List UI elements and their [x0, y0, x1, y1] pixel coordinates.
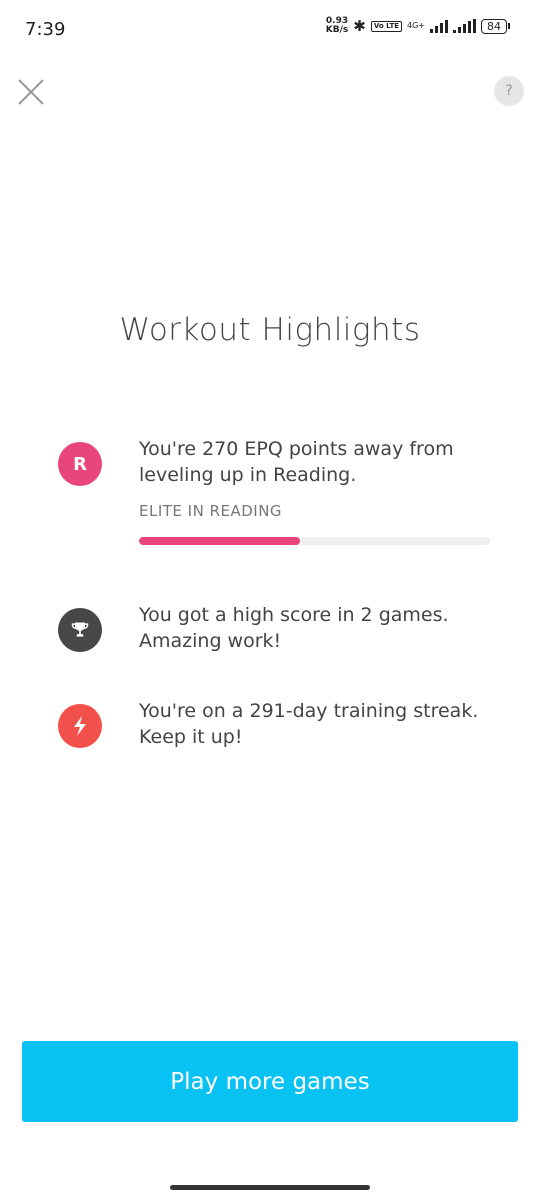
level-label: ELITE IN READING: [139, 502, 283, 520]
page-title: Workout Highlights: [119, 312, 421, 348]
signal-icon-2: [453, 19, 476, 33]
home-indicator[interactable]: [170, 1185, 370, 1190]
network-type: 4G+: [407, 21, 425, 30]
help-button[interactable]: ?: [494, 76, 524, 106]
trophy-icon: [58, 608, 102, 652]
status-time: 7:39: [25, 19, 66, 40]
battery-level: 84: [481, 18, 507, 34]
network-speed-unit: KB/s: [325, 25, 349, 35]
system-icons: 0.93 KB/s ✱ Vo LTE 4G+ 84: [326, 17, 510, 35]
level-progress-fill: [139, 537, 301, 545]
network-speed: 0.93 KB/s: [326, 17, 348, 35]
help-icon: ?: [505, 83, 513, 99]
close-icon: [18, 79, 44, 105]
highlight-text: You're on a 291-day training streak. Kee…: [139, 700, 479, 748]
volte-icon: Vo LTE: [370, 20, 402, 32]
highlight-text: You're 270 EPQ points away from leveling…: [139, 438, 454, 486]
battery-icon: 84: [481, 18, 510, 34]
lightning-icon: [58, 704, 102, 748]
bluetooth-icon: ✱: [353, 17, 366, 35]
close-button[interactable]: [16, 77, 46, 107]
signal-icon: [430, 19, 448, 33]
play-more-games-button[interactable]: Play more games: [22, 1041, 518, 1122]
level-progress-bar: [139, 537, 490, 545]
reading-badge-icon: R: [58, 442, 102, 486]
highlight-text: You got a high score in 2 games. Amazing…: [139, 604, 449, 652]
status-bar: 7:39 0.93 KB/s ✱ Vo LTE 4G+ 84: [0, 0, 540, 58]
